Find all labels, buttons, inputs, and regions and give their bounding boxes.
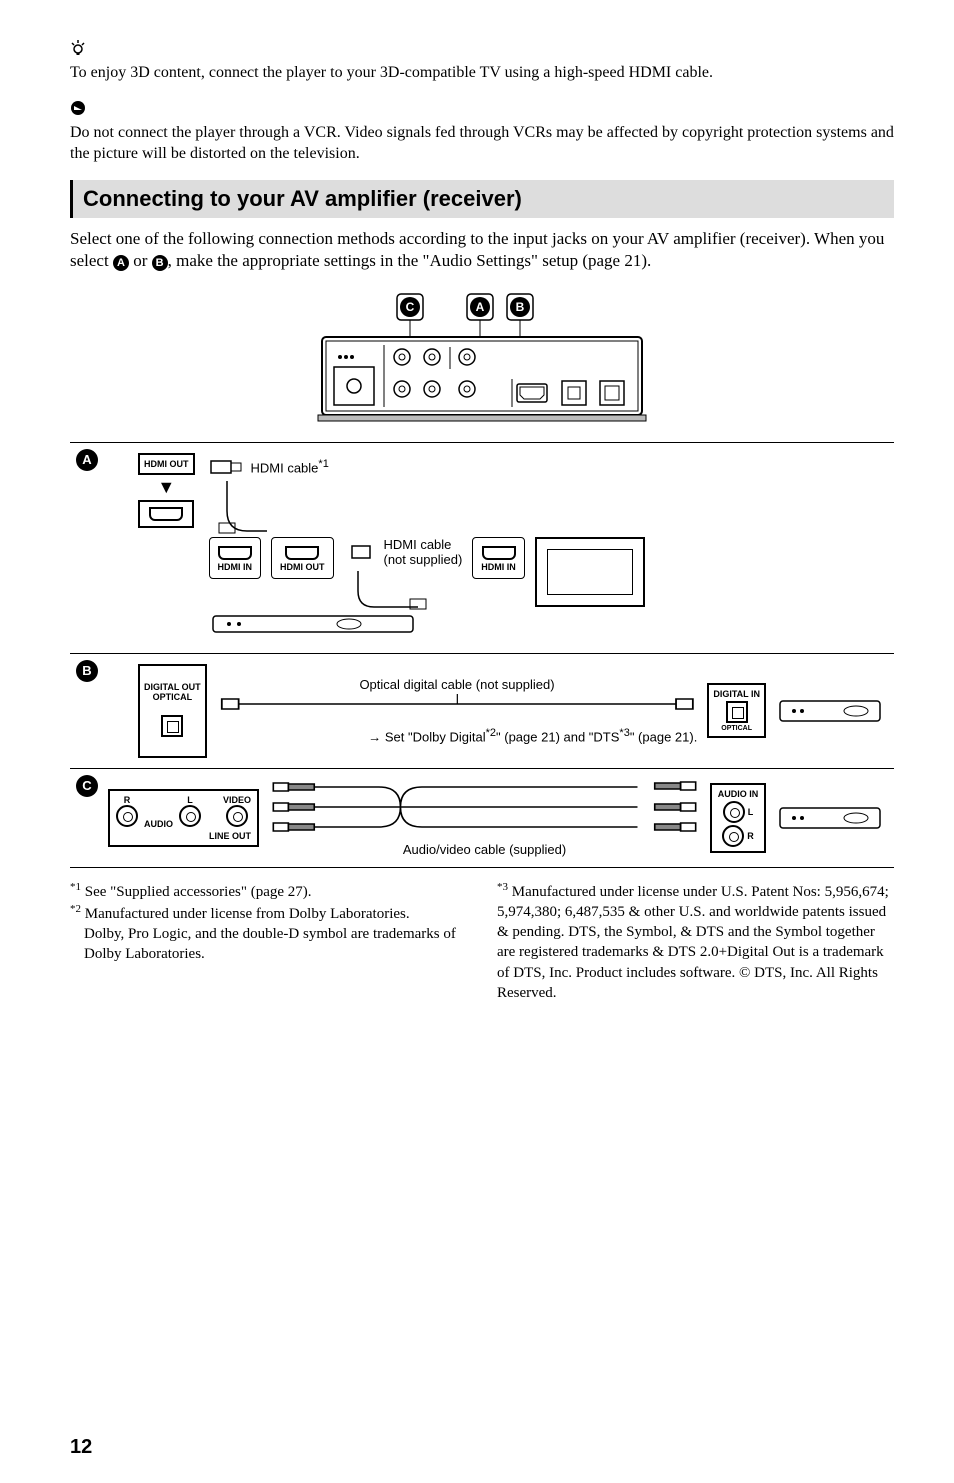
panel-c-label: C <box>76 775 98 797</box>
tv-icon <box>535 537 645 607</box>
hdmi-out-label: HDMI OUT <box>144 459 189 469</box>
hdmi-out-label-2: HDMI OUT <box>280 562 325 572</box>
line-out-label: LINE OUT <box>116 831 251 841</box>
optical-label: OPTICAL <box>713 725 760 732</box>
r-label-2: R <box>747 831 754 841</box>
l-label-2: L <box>748 807 754 817</box>
optical-connector-icon <box>161 715 183 737</box>
footnotes: *1 See "Supplied accessories" (page 27).… <box>70 880 894 1004</box>
cable-curve-icon-2 <box>350 567 430 613</box>
panel-a-label: A <box>76 449 98 471</box>
av-cable-label: Audio/video cable (supplied) <box>269 842 700 857</box>
footnote-3: *3 Manufactured under license under U.S.… <box>497 880 894 1004</box>
audio-label: AUDIO <box>144 819 173 829</box>
svg-text:C: C <box>406 300 415 314</box>
svg-text:B: B <box>516 300 525 314</box>
rca-in-l-icon <box>723 801 745 823</box>
audio-in-port: AUDIO IN L R <box>710 783 766 853</box>
digital-in-label: DIGITAL IN <box>713 689 760 699</box>
digital-out-optical-port: DIGITAL OUT OPTICAL <box>138 664 207 758</box>
connection-panel-c: C R AUDIO L VIDEO LINE OUT <box>70 769 894 868</box>
hdmi-in-label-2: HDMI IN <box>481 562 516 572</box>
l-label: L <box>179 795 201 805</box>
section-heading: Connecting to your AV amplifier (receive… <box>70 180 894 218</box>
footnote-1: *1 See "Supplied accessories" (page 27). <box>70 880 467 902</box>
caution-text: Do not connect the player through a VCR.… <box>70 123 894 165</box>
rca-jack-icon <box>116 805 138 827</box>
hdmi-cable-not-supplied-label: HDMI cable (not supplied) <box>384 537 463 567</box>
rca-jack-icon-2 <box>179 805 201 827</box>
digital-in-port: DIGITAL IN OPTICAL <box>707 683 766 738</box>
page-number: 12 <box>70 1436 92 1459</box>
panel-b-label: B <box>76 660 98 682</box>
hdmi-connector-icon <box>149 507 183 521</box>
footnote-2b: Dolby, Pro Logic, and the double-D symbo… <box>70 924 467 965</box>
circle-a-inline: A <box>113 255 129 271</box>
caution-icon <box>70 100 894 121</box>
receiver-rear-diagram: C A B <box>70 289 894 434</box>
intro-part2: or <box>129 251 152 270</box>
audio-in-label: AUDIO IN <box>716 789 760 799</box>
amp-chassis-icon-c <box>776 798 886 838</box>
svg-text:A: A <box>476 300 485 314</box>
connection-panel-b: B DIGITAL OUT OPTICAL Optical digital ca… <box>70 654 894 769</box>
amp-chassis-icon-b <box>776 691 886 731</box>
hdmi-in-label: HDMI IN <box>218 562 253 572</box>
footnote-2a: *2 Manufactured under license from Dolby… <box>70 902 467 924</box>
tip-icon <box>70 40 894 61</box>
line-out-port: R AUDIO L VIDEO LINE OUT <box>108 789 259 847</box>
amp-hdmi-in: HDMI IN <box>209 537 262 579</box>
digital-out-optical-label: DIGITAL OUT OPTICAL <box>144 682 201 702</box>
optical-cable-label: Optical digital cable (not supplied) <box>217 677 698 692</box>
hdmi-plug-icon <box>209 457 245 477</box>
arrow-down-icon: ▼ <box>138 477 195 498</box>
cable-curve-icon <box>209 477 279 537</box>
tv-hdmi-in: HDMI IN <box>472 537 525 579</box>
r-label: R <box>116 795 138 805</box>
amp-chassis-icon <box>209 610 429 640</box>
intro-part3: , make the appropriate settings in the "… <box>168 251 652 270</box>
av-cable-icon <box>269 779 700 839</box>
optical-in-connector-icon <box>726 701 748 723</box>
hdmi-out-port: HDMI OUT <box>138 453 195 475</box>
circle-b-inline: B <box>152 255 168 271</box>
hdmi-cable-label: HDMI cable*1 <box>251 458 329 475</box>
optical-cable-icon <box>217 694 698 714</box>
rca-in-r-icon <box>722 825 744 847</box>
diagram-area: C A B <box>70 289 894 868</box>
dolby-dts-setting-note: → Set "Dolby Digital*2" (page 21) and "D… <box>217 727 698 744</box>
tip-text: To enjoy 3D content, connect the player … <box>70 63 894 84</box>
amp-hdmi-out: HDMI OUT <box>271 537 334 579</box>
video-label: VIDEO <box>223 795 251 805</box>
rca-jack-icon-3 <box>226 805 248 827</box>
connection-panel-a: A HDMI OUT ▼ HDMI cable*1 <box>70 442 894 654</box>
section-intro: Select one of the following connection m… <box>70 228 894 272</box>
hdmi-plug-icon-2 <box>350 543 380 561</box>
